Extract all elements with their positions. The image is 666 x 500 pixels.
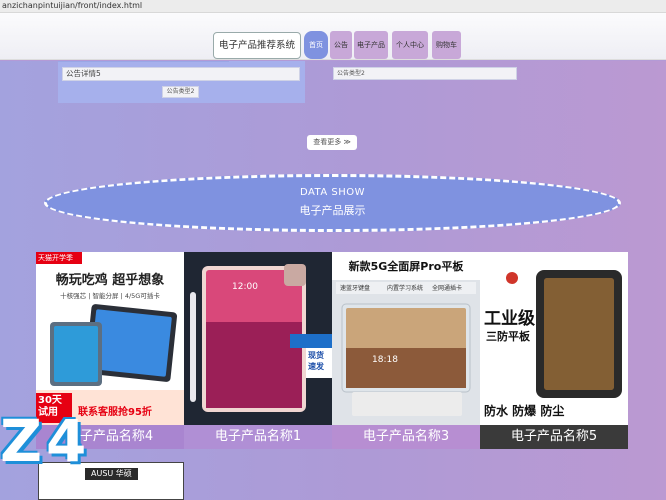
stock-tag: 现货速发 bbox=[308, 351, 324, 371]
feature-network: 全网通插卡 bbox=[432, 285, 463, 292]
product-subhead: 三防平板 bbox=[486, 330, 530, 343]
feature-keyboard: 速蓝牙键盘 bbox=[340, 285, 371, 292]
data-show-title-cn: 电子产品展示 bbox=[299, 204, 366, 217]
url-text: anzichanpintuijian/front/index.html bbox=[2, 1, 143, 10]
divider bbox=[58, 61, 229, 62]
notice-type-item[interactable]: 公告类型2 bbox=[333, 67, 517, 80]
notice-detail-item[interactable]: 公告详情5 bbox=[62, 67, 300, 81]
feature-learning: 内置学习系统 bbox=[387, 285, 424, 292]
notice-type-button[interactable]: 公告类型2 bbox=[162, 86, 199, 98]
screen-time: 12:00 bbox=[232, 282, 258, 292]
site-title: 电子产品推荐系统 bbox=[213, 32, 301, 59]
product-name[interactable]: 电子产品名称1 bbox=[184, 425, 332, 449]
product-headline: 工业级 bbox=[484, 309, 535, 329]
nav-home[interactable]: 首页 bbox=[304, 31, 328, 59]
product-headline: 新款5G全面屏Pro平板 bbox=[348, 260, 464, 273]
view-more-button[interactable]: 查看更多 ≫ bbox=[307, 135, 357, 150]
promo-tag: 天猫开学季 bbox=[38, 254, 73, 262]
overlay-watermark: Z4 bbox=[0, 407, 91, 475]
product-name[interactable]: 电子产品名称3 bbox=[332, 425, 480, 449]
product-card[interactable]: 工业级 三防平板 防水 防爆 防尘 电子产品名称5 bbox=[480, 252, 628, 449]
product-image bbox=[332, 252, 480, 449]
product-features: 防水 防爆 防尘 bbox=[484, 404, 565, 418]
nav-cart[interactable]: 购物车 bbox=[432, 31, 461, 59]
product-name[interactable]: 电子产品名称5 bbox=[480, 425, 628, 449]
product-card[interactable]: 新款5G全面屏Pro平板 速蓝牙键盘 内置学习系统 全网通插卡 18:18 电子… bbox=[332, 252, 480, 449]
screen-time: 18:18 bbox=[372, 355, 398, 365]
product-card[interactable]: 12:00 现货速发 电子产品名称1 bbox=[184, 252, 332, 449]
data-show-title-en: DATA SHOW bbox=[299, 187, 366, 198]
product-headline: 畅玩吃鸡 超乎想象 bbox=[55, 273, 165, 288]
nav-products[interactable]: 电子产品 bbox=[354, 31, 388, 59]
nav-profile[interactable]: 个人中心 bbox=[392, 31, 428, 59]
product-features: 十核强芯 | 智能分屏 | 4/5G可插卡 bbox=[60, 292, 160, 300]
address-bar[interactable]: anzichanpintuijian/front/index.html bbox=[0, 0, 666, 13]
nav-notice[interactable]: 公告 bbox=[330, 31, 352, 59]
product-image bbox=[480, 252, 628, 449]
